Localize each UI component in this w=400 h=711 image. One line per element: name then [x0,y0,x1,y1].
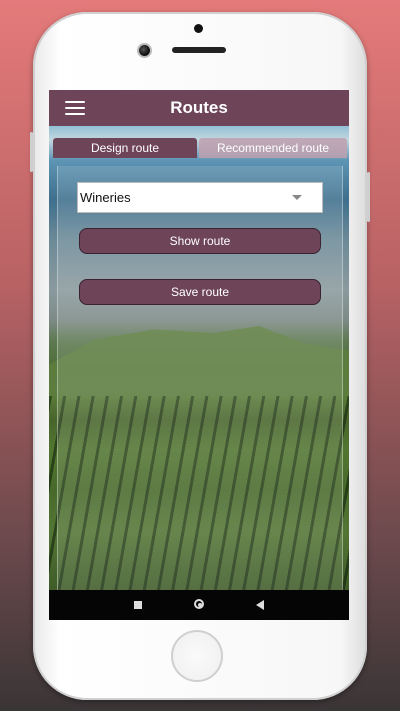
show-route-button[interactable]: Show route [79,228,321,254]
square-icon[interactable] [134,601,142,609]
route-tabs: Design route Recommended route [53,138,347,158]
tab-recommended-route[interactable]: Recommended route [199,138,347,158]
triangle-back-icon[interactable] [256,600,264,610]
sensor-dot [194,24,203,33]
android-nav-bar [49,590,349,620]
tab-design-route[interactable]: Design route [53,138,197,158]
page-title: Routes [170,98,228,117]
circle-icon[interactable] [194,599,204,609]
dropdown-caret-icon [292,195,302,200]
route-type-select[interactable]: Wineries [77,182,323,213]
route-type-value: Wineries [80,190,131,205]
power-button [367,172,370,222]
app-bar: Routes [49,90,349,126]
front-camera-icon [139,45,150,56]
earpiece-speaker [172,47,226,53]
save-route-button[interactable]: Save route [79,279,321,305]
hamburger-menu-icon[interactable] [65,101,85,115]
volume-button [30,132,33,172]
home-button[interactable] [171,630,223,682]
screen: Routes Design route Recommended route Wi… [49,90,349,620]
